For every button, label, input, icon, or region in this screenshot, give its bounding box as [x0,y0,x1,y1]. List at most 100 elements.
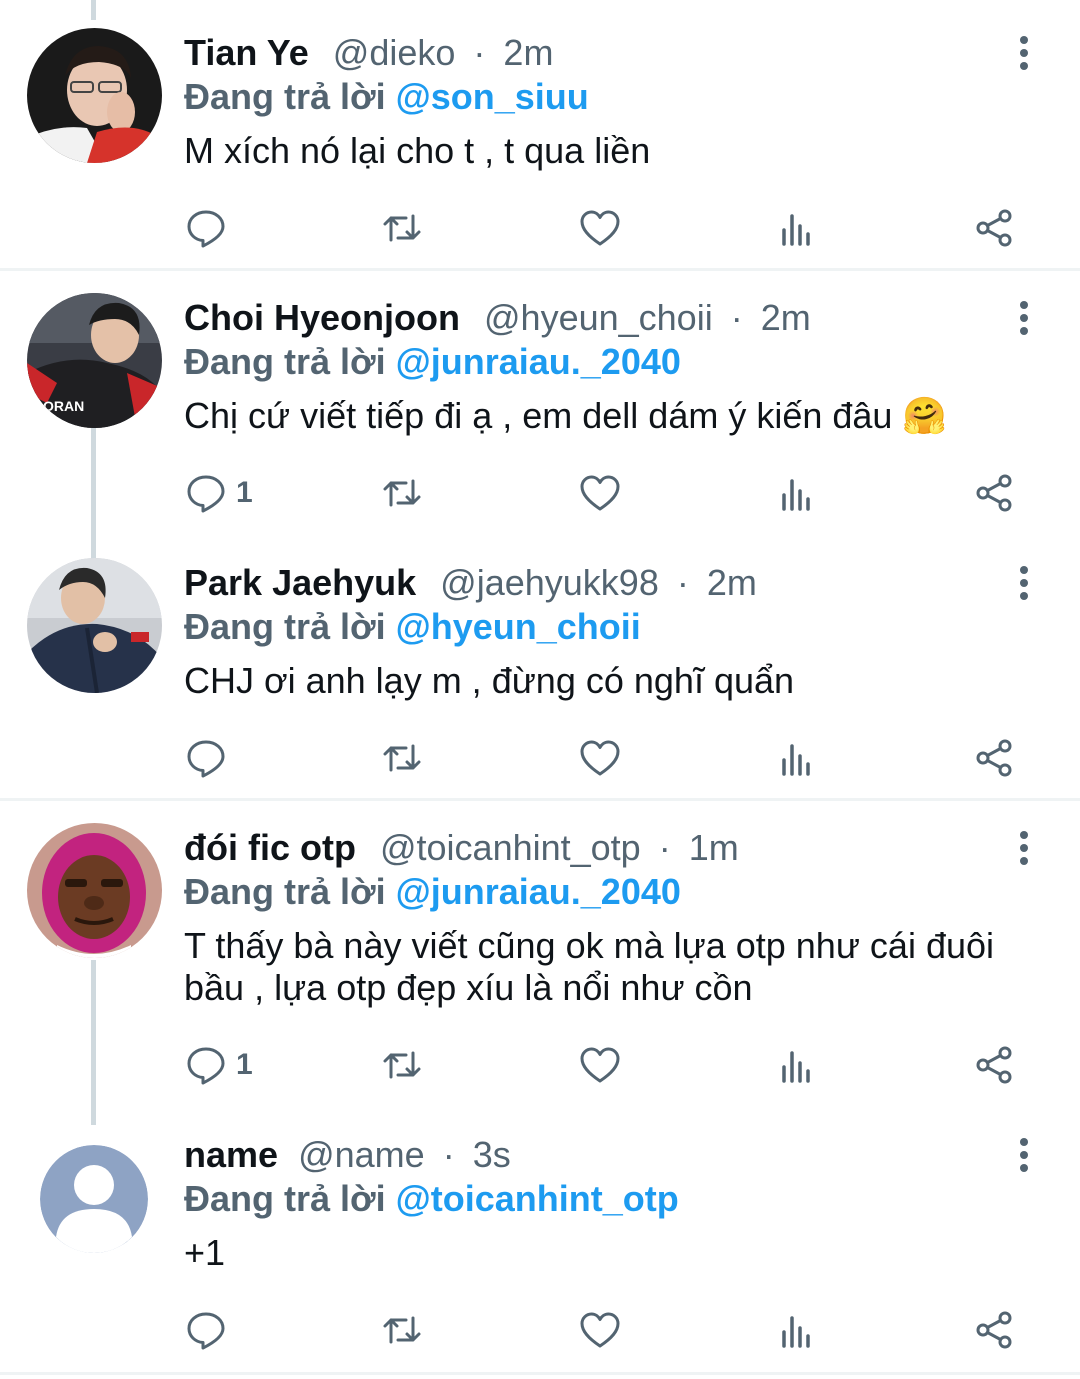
replying-to: Đang trả lời @junraiau._2040 [184,869,681,915]
share-button[interactable] [972,468,1016,518]
user-handle[interactable]: @hyeun_choii [484,297,713,338]
avatar[interactable] [27,823,162,958]
separator-dot: · [442,1134,455,1175]
user-handle[interactable]: @dieko [333,32,456,73]
more-options-icon[interactable] [1008,33,1040,73]
retweet-button[interactable] [380,733,424,783]
replying-to: Đang trả lời @hyeun_choii [184,604,641,650]
tweet[interactable]: name @name · 3s Đang trả lời @toicanhint… [0,1130,1080,1360]
like-button[interactable] [578,203,622,253]
replying-to-label: Đang trả lời [184,606,386,647]
divider [0,1372,1080,1375]
reply-button[interactable] [184,1305,236,1355]
views-icon [782,479,810,511]
views-button[interactable] [774,1040,818,1090]
retweet-icon [383,1051,421,1079]
display-name[interactable]: Park Jaehyuk [184,562,416,603]
timestamp[interactable]: 2m [761,297,811,338]
more-options-icon[interactable] [1008,563,1040,603]
mention-link[interactable]: @junraiau._2040 [396,871,681,912]
share-button[interactable] [972,1305,1016,1355]
reply-icon [187,210,225,248]
views-button[interactable] [774,733,818,783]
mention-link[interactable]: @toicanhint_otp [396,1178,679,1219]
reply-button[interactable]: 1 [184,1040,253,1090]
user-handle[interactable]: @toicanhint_otp [380,827,641,868]
retweet-button[interactable] [380,203,424,253]
replying-to-label: Đang trả lời [184,76,386,117]
reply-button[interactable] [184,203,236,253]
action-bar: 1 [184,468,1034,518]
replying-to: Đang trả lời @son_siuu [184,74,589,120]
tweet-header: name @name · 3s [184,1130,511,1180]
tweet[interactable]: ORAN Choi Hyeonjoon @hyeun_choii · 2m Đa… [0,293,1080,523]
tweet-header: Tian Ye @dieko · 2m [184,28,553,78]
share-button[interactable] [972,203,1016,253]
views-icon [782,1316,810,1348]
avatar[interactable] [27,558,162,693]
share-button[interactable] [972,1040,1016,1090]
reply-count: 1 [236,476,253,509]
share-button[interactable] [972,733,1016,783]
more-options-icon[interactable] [1008,828,1040,868]
like-button[interactable] [578,468,622,518]
timestamp[interactable]: 2m [503,32,553,73]
avatar[interactable] [40,1145,148,1253]
views-button[interactable] [774,203,818,253]
tweet-text: Chị cứ viết tiếp đi ạ , em dell dám ý ki… [184,395,948,436]
avatar[interactable] [27,28,162,163]
replying-to-label: Đang trả lời [184,341,386,382]
reply-icon [187,1312,225,1350]
reply-icon [187,740,225,778]
like-icon [580,1047,620,1083]
timestamp[interactable]: 1m [689,827,739,868]
avatar[interactable]: ORAN [27,293,162,428]
divider [0,268,1080,271]
retweet-icon [383,744,421,772]
tweet[interactable]: đói fic otp @toicanhint_otp · 1m Đang tr… [0,823,1080,1093]
retweet-button[interactable] [380,468,424,518]
reply-button[interactable]: 1 [184,468,253,518]
separator-dot: · [730,297,743,338]
user-handle[interactable]: @jaehyukk98 [440,562,659,603]
retweet-button[interactable] [380,1305,424,1355]
display-name[interactable]: Tian Ye [184,32,309,73]
share-icon [976,739,1012,777]
share-icon [976,1046,1012,1084]
retweet-icon [383,1316,421,1344]
mention-link[interactable]: @son_siuu [396,76,589,117]
views-button[interactable] [774,1305,818,1355]
tweet[interactable]: Park Jaehyuk @jaehyukk98 · 2m Đang trả l… [0,558,1080,788]
like-icon [580,1312,620,1348]
timestamp[interactable]: 3s [473,1134,511,1175]
more-options-icon[interactable] [1008,1135,1040,1175]
divider [0,798,1080,801]
mention-link[interactable]: @hyeun_choii [396,606,641,647]
like-button[interactable] [578,1040,622,1090]
separator-dot: · [658,827,671,868]
views-button[interactable] [774,468,818,518]
tweet-header: đói fic otp @toicanhint_otp · 1m [184,823,739,873]
tweet-text: T thấy bà này viết cũng ok mà lựa otp nh… [184,925,994,1008]
separator-dot: · [473,32,486,73]
tweet-text: M xích nó lại cho t , t qua liền [184,130,651,171]
more-options-icon[interactable] [1008,298,1040,338]
reply-button[interactable] [184,733,236,783]
tweet[interactable]: Tian Ye @dieko · 2m Đang trả lời @son_si… [0,28,1080,258]
user-handle[interactable]: @name [298,1134,425,1175]
action-bar [184,1305,1034,1355]
svg-text:ORAN: ORAN [43,398,84,414]
mention-link[interactable]: @junraiau._2040 [396,341,681,382]
share-icon [976,209,1012,247]
display-name[interactable]: Choi Hyeonjoon [184,297,460,338]
display-name[interactable]: name [184,1134,278,1175]
tweet-text: CHJ ơi anh lạy m , đừng có nghĩ quẩn [184,660,795,701]
retweet-button[interactable] [380,1040,424,1090]
like-button[interactable] [578,733,622,783]
tweet-header: Choi Hyeonjoon @hyeun_choii · 2m [184,293,811,343]
display-name[interactable]: đói fic otp [184,827,356,868]
like-button[interactable] [578,1305,622,1355]
timestamp[interactable]: 2m [707,562,757,603]
like-icon [580,475,620,511]
replying-to: Đang trả lời @junraiau._2040 [184,339,681,385]
